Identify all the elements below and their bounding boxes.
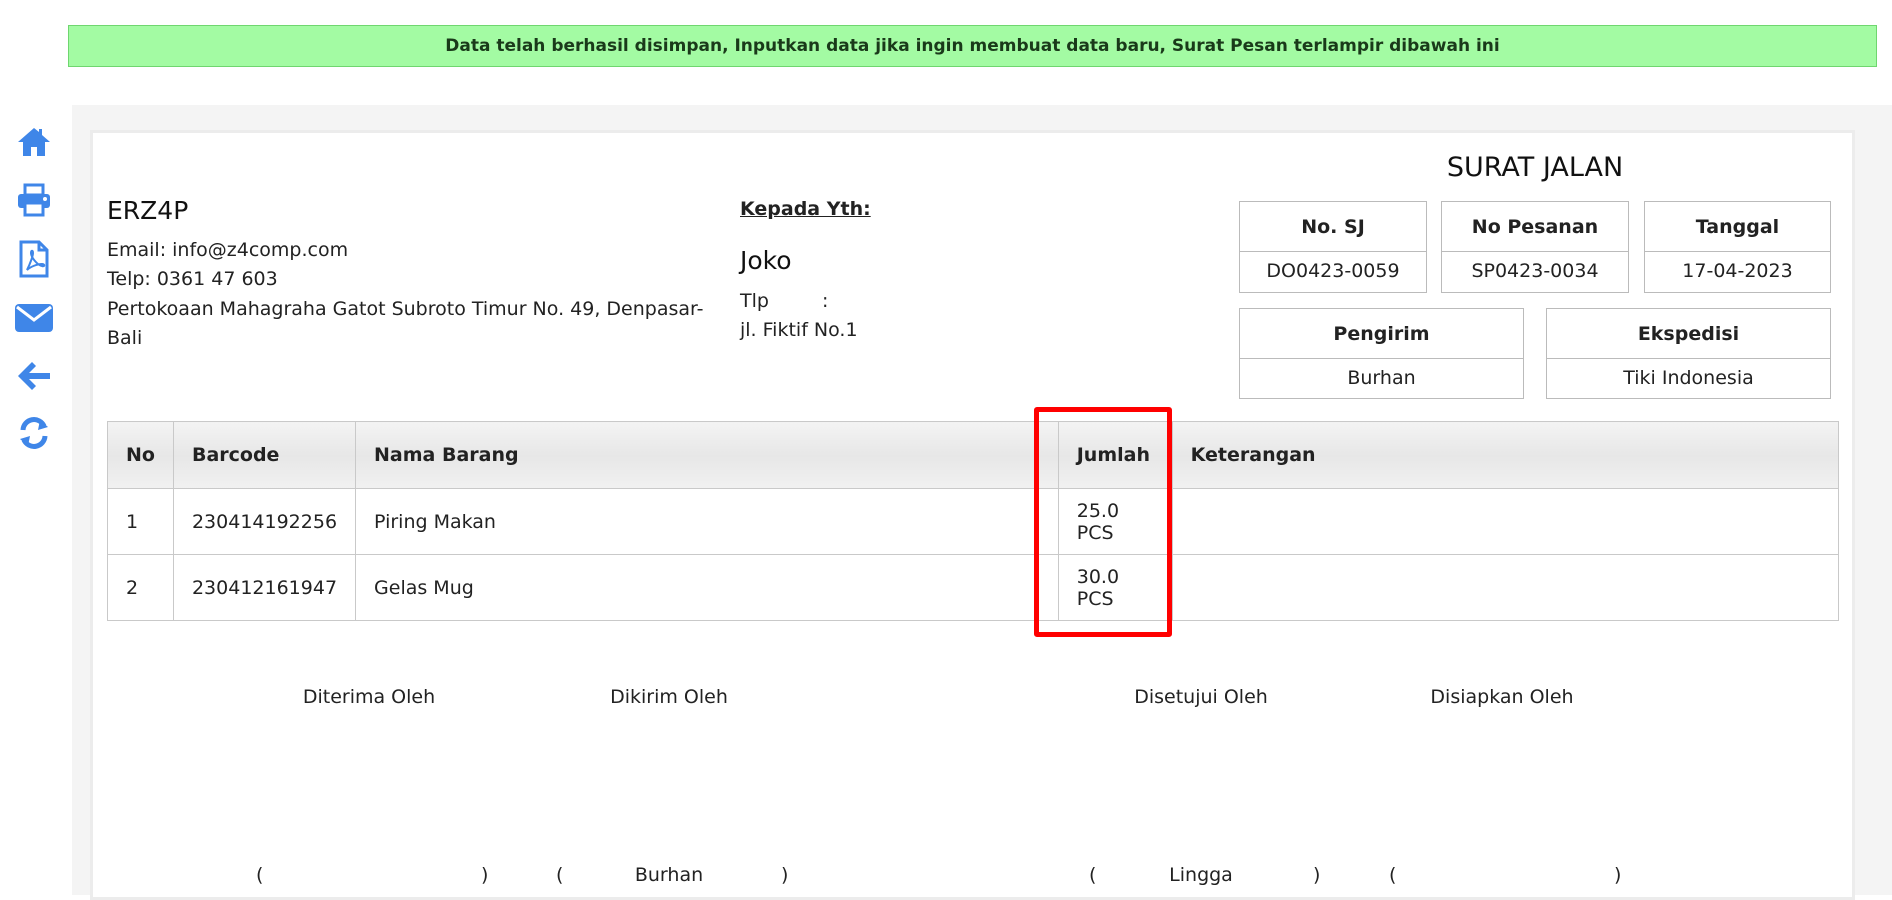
cell-no: 1 [107,488,174,555]
disiapkan-oleh-label: Disiapkan Oleh [1430,686,1574,708]
no-sj-value: DO0423-0059 [1266,260,1400,282]
dikirim-oleh-label: Dikirim Oleh [610,686,728,708]
tanggal-value: 17-04-2023 [1682,260,1793,282]
no-sj-label: No. SJ [1240,202,1426,252]
cell-barcode: 230414192256 [172,488,357,555]
refresh-icon[interactable] [12,411,56,455]
cell-barcode: 230412161947 [172,554,357,621]
cell-jumlah: 30.0 PCS [1057,554,1173,621]
success-alert-message: Data telah berhasil disimpan, Inputkan d… [445,36,1500,56]
cell-keterangan [1171,488,1840,555]
disetujui-oleh-label: Disetujui Oleh [1134,686,1268,708]
pengirim-value: Burhan [1347,367,1416,389]
items-table: No Barcode Nama Barang Jumlah Keterangan… [107,421,1840,621]
ekspedisi-value: Tiki Indonesia [1623,367,1754,389]
pdf-icon[interactable] [12,237,56,281]
no-sj-box: No. SJ DO0423-0059 [1239,201,1427,293]
dikirim-close-paren: ) [781,864,789,886]
header-nama-barang: Nama Barang [355,421,1059,489]
ekspedisi-label: Ekspedisi [1547,309,1830,359]
disetujui-signer-name: Lingga [1169,864,1233,886]
recipient-name: Joko [740,246,792,275]
diterima-oleh-label: Diterima Oleh [302,686,436,708]
diterima-open-paren: ( [256,864,264,886]
recipient-phone-separator: : [822,290,829,312]
home-icon[interactable] [12,120,56,164]
table-header-row: No Barcode Nama Barang Jumlah Keterangan [107,421,1840,489]
cell-nama-barang: Piring Makan [355,488,1059,555]
recipient-label: Kepada Yth: [740,198,871,220]
header-no: No [107,421,174,489]
document-title: SURAT JALAN [1446,152,1624,183]
print-icon[interactable] [12,178,56,222]
recipient-address: jl. Fiktif No.1 [740,319,858,341]
dikirim-signer-name: Burhan [634,864,704,886]
header-barcode: Barcode [172,421,357,489]
tanggal-label: Tanggal [1645,202,1830,252]
no-pesanan-box: No Pesanan SP0423-0034 [1441,201,1629,293]
header-jumlah: Jumlah [1057,421,1173,489]
diterima-close-paren: ) [481,864,489,886]
company-phone: Telp: 0361 47 603 [107,268,278,290]
recipient-phone-label: Tlp [740,290,769,312]
table-row: 1 230414192256 Piring Makan 25.0 PCS [107,488,1840,555]
ekspedisi-box: Ekspedisi Tiki Indonesia [1546,308,1831,399]
company-address-line2: Bali [107,327,143,349]
disetujui-close-paren: ) [1313,864,1321,886]
company-email: Email: info@z4comp.com [107,239,349,261]
pengirim-box: Pengirim Burhan [1239,308,1524,399]
tanggal-box: Tanggal 17-04-2023 [1644,201,1831,293]
cell-nama-barang: Gelas Mug [355,554,1059,621]
company-address-line1: Pertokoaan Mahagraha Gatot Subroto Timur… [107,298,704,320]
email-icon[interactable] [12,296,56,340]
no-pesanan-value: SP0423-0034 [1471,260,1599,282]
disiapkan-open-paren: ( [1389,864,1397,886]
pengirim-label: Pengirim [1240,309,1523,359]
header-keterangan: Keterangan [1171,421,1840,489]
no-pesanan-label: No Pesanan [1442,202,1628,252]
back-arrow-icon[interactable] [12,354,56,398]
cell-keterangan [1171,554,1840,621]
success-alert: Data telah berhasil disimpan, Inputkan d… [68,25,1877,67]
table-row: 2 230412161947 Gelas Mug 30.0 PCS [107,554,1840,621]
cell-no: 2 [107,554,174,621]
disiapkan-close-paren: ) [1614,864,1622,886]
company-name: ERZ4P [107,196,189,225]
cell-jumlah: 25.0 PCS [1057,488,1173,555]
